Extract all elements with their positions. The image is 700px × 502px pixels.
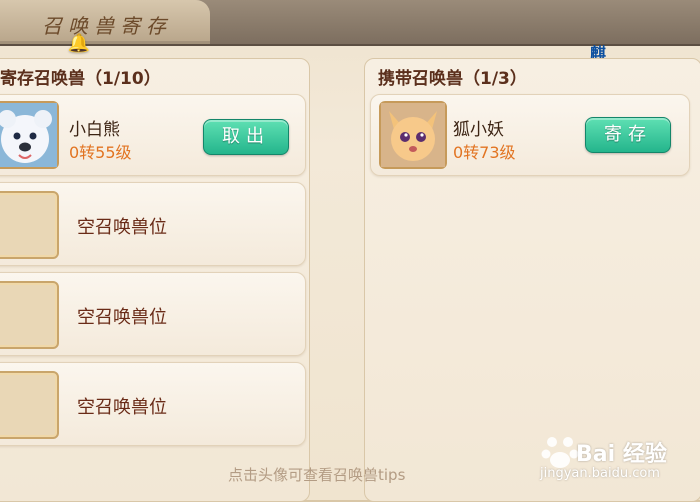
pet-storage-window: 召唤兽寄存 🔔 麒 寄存召唤兽（1/10） 小白熊 0转55级 取出 空召唤兽位… [0, 0, 700, 502]
watermark-brand: Bai 经验 [576, 442, 667, 467]
carried-pets-title: 携带召唤兽（1/3） [378, 69, 527, 89]
carried-pet-row: 狐小妖 0转73级 寄存 [370, 94, 690, 176]
fox-avatar[interactable] [379, 101, 447, 169]
deposit-button[interactable]: 寄存 [585, 117, 671, 153]
pet-level: 0转73级 [453, 143, 516, 162]
stored-pet-row: 小白熊 0转55级 取出 [0, 94, 306, 176]
window-title: 召唤兽寄存 [42, 14, 172, 38]
tips-hint: 点击头像可查看召唤兽tips [228, 466, 406, 484]
empty-slot-label: 空召唤兽位 [77, 397, 167, 418]
white-bear-avatar[interactable] [0, 101, 59, 169]
pet-level: 0转55级 [69, 143, 132, 162]
stored-pets-title: 寄存召唤兽（1/10） [0, 69, 161, 89]
empty-slot-label: 空召唤兽位 [77, 307, 167, 328]
pet-name: 狐小妖 [453, 120, 504, 140]
pet-name: 小白熊 [69, 120, 120, 140]
empty-slot: 空召唤兽位 [0, 272, 306, 356]
bell-icon: 🔔 [67, 32, 91, 54]
empty-slot: 空召唤兽位 [0, 362, 306, 446]
empty-avatar-slot[interactable] [0, 281, 59, 349]
white-bear-icon [0, 103, 57, 167]
fox-icon [381, 103, 445, 167]
watermark-url: jingyan.baidu.com [540, 466, 660, 481]
empty-slot: 空召唤兽位 [0, 182, 306, 266]
empty-slot-label: 空召唤兽位 [77, 217, 167, 238]
empty-avatar-slot[interactable] [0, 371, 59, 439]
baidu-watermark: Bai 经验 jingyan.baidu.com [536, 426, 676, 488]
withdraw-button[interactable]: 取出 [203, 119, 289, 155]
empty-avatar-slot[interactable] [0, 191, 59, 259]
